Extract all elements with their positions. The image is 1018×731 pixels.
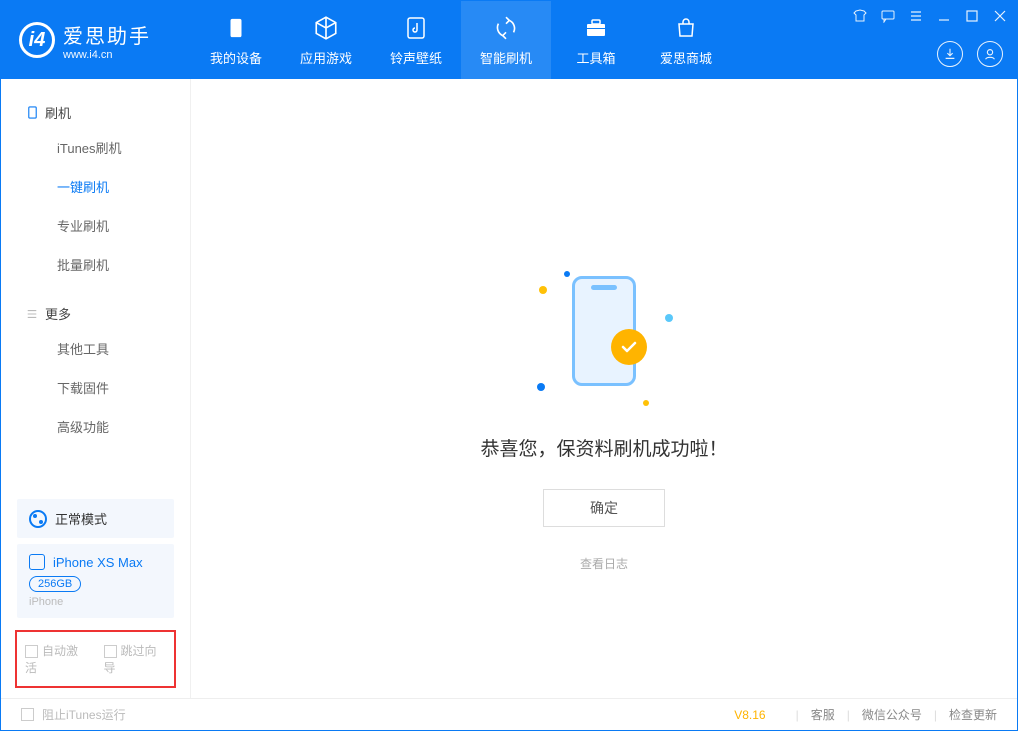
app-subtitle: www.i4.cn xyxy=(63,49,151,61)
sidebar-section-flash: 刷机 xyxy=(1,97,190,128)
main-content: 恭喜您，保资料刷机成功啦！ 确定 查看日志 xyxy=(191,79,1017,698)
check-update-link[interactable]: 检查更新 xyxy=(949,706,997,723)
success-illustration xyxy=(549,266,659,406)
support-link[interactable]: 客服 xyxy=(811,706,835,723)
nav-smart-flash[interactable]: 智能刷机 xyxy=(461,1,551,79)
device-mode-box[interactable]: 正常模式 xyxy=(17,499,174,538)
refresh-icon xyxy=(492,14,520,42)
nav-label: 铃声壁纸 xyxy=(390,48,442,67)
nav-ringtone-wallpaper[interactable]: 铃声壁纸 xyxy=(371,1,461,79)
cube-icon xyxy=(312,14,340,42)
nav-label: 工具箱 xyxy=(576,48,615,67)
storage-badge: 256GB xyxy=(29,576,81,592)
sidebar-item-batch-flash[interactable]: 批量刷机 xyxy=(1,245,190,284)
bag-icon xyxy=(672,14,700,42)
device-icon xyxy=(222,14,250,42)
footer: 阻止iTunes运行 V8.16 | 客服 | 微信公众号 | 检查更新 xyxy=(1,698,1017,730)
menu-icon[interactable] xyxy=(909,9,923,23)
header: i4 爱思助手 www.i4.cn 我的设备 应用游戏 铃声壁纸 智能刷机 工具… xyxy=(1,1,1017,79)
minimize-icon[interactable] xyxy=(937,9,951,23)
close-icon[interactable] xyxy=(993,9,1007,23)
cb-auto-activate[interactable]: 自动激活 xyxy=(25,642,88,676)
nav-store[interactable]: 爱思商城 xyxy=(641,1,731,79)
toolbox-icon xyxy=(582,14,610,42)
sidebar-item-advanced[interactable]: 高级功能 xyxy=(1,407,190,446)
shirt-icon[interactable] xyxy=(853,9,867,23)
sidebar-item-download-firmware[interactable]: 下载固件 xyxy=(1,368,190,407)
ok-button[interactable]: 确定 xyxy=(543,489,665,527)
music-icon xyxy=(402,14,430,42)
sidebar-item-oneclick-flash[interactable]: 一键刷机 xyxy=(1,167,190,206)
cb-skip-guide[interactable]: 跳过向导 xyxy=(104,642,167,676)
logo[interactable]: i4 爱思助手 www.i4.cn xyxy=(1,20,191,61)
nav-apps-games[interactable]: 应用游戏 xyxy=(281,1,371,79)
check-icon xyxy=(611,329,647,365)
app-title: 爱思助手 xyxy=(63,20,151,49)
nav-label: 我的设备 xyxy=(210,48,262,67)
header-actions xyxy=(937,41,1003,67)
nav-label: 爱思商城 xyxy=(660,48,712,67)
feedback-icon[interactable] xyxy=(881,9,895,23)
sidebar-item-itunes-flash[interactable]: iTunes刷机 xyxy=(1,128,190,167)
version-label: V8.16 xyxy=(734,708,765,722)
nav-label: 应用游戏 xyxy=(300,48,352,67)
wechat-link[interactable]: 微信公众号 xyxy=(862,706,922,723)
view-log-link[interactable]: 查看日志 xyxy=(580,555,628,572)
nav-my-device[interactable]: 我的设备 xyxy=(191,1,281,79)
window-controls xyxy=(853,9,1007,23)
phone-icon xyxy=(25,106,39,120)
logo-icon: i4 xyxy=(19,22,55,58)
mode-icon xyxy=(29,510,47,528)
sidebar-section-more: 更多 xyxy=(1,298,190,329)
device-box[interactable]: iPhone XS Max 256GB iPhone xyxy=(17,544,174,618)
list-icon xyxy=(25,307,39,321)
success-message: 恭喜您，保资料刷机成功啦！ xyxy=(480,434,727,461)
maximize-icon[interactable] xyxy=(965,9,979,23)
body: 刷机 iTunes刷机 一键刷机 专业刷机 批量刷机 更多 其他工具 下载固件 … xyxy=(1,79,1017,698)
sidebar-item-pro-flash[interactable]: 专业刷机 xyxy=(1,206,190,245)
nav-label: 智能刷机 xyxy=(480,48,532,67)
nav-toolbox[interactable]: 工具箱 xyxy=(551,1,641,79)
download-icon[interactable] xyxy=(937,41,963,67)
section-title: 刷机 xyxy=(45,103,71,122)
main-nav: 我的设备 应用游戏 铃声壁纸 智能刷机 工具箱 爱思商城 xyxy=(191,1,731,79)
cb-block-itunes[interactable]: 阻止iTunes运行 xyxy=(21,706,126,723)
device-small-icon xyxy=(29,554,45,570)
user-icon[interactable] xyxy=(977,41,1003,67)
section-title: 更多 xyxy=(45,304,71,323)
highlighted-checkbox-row: 自动激活 跳过向导 xyxy=(15,630,176,688)
sidebar: 刷机 iTunes刷机 一键刷机 专业刷机 批量刷机 更多 其他工具 下载固件 … xyxy=(1,79,191,698)
sidebar-item-other-tools[interactable]: 其他工具 xyxy=(1,329,190,368)
device-type-label: iPhone xyxy=(29,596,162,608)
mode-label: 正常模式 xyxy=(55,509,107,528)
device-name-label: iPhone XS Max xyxy=(53,555,143,570)
